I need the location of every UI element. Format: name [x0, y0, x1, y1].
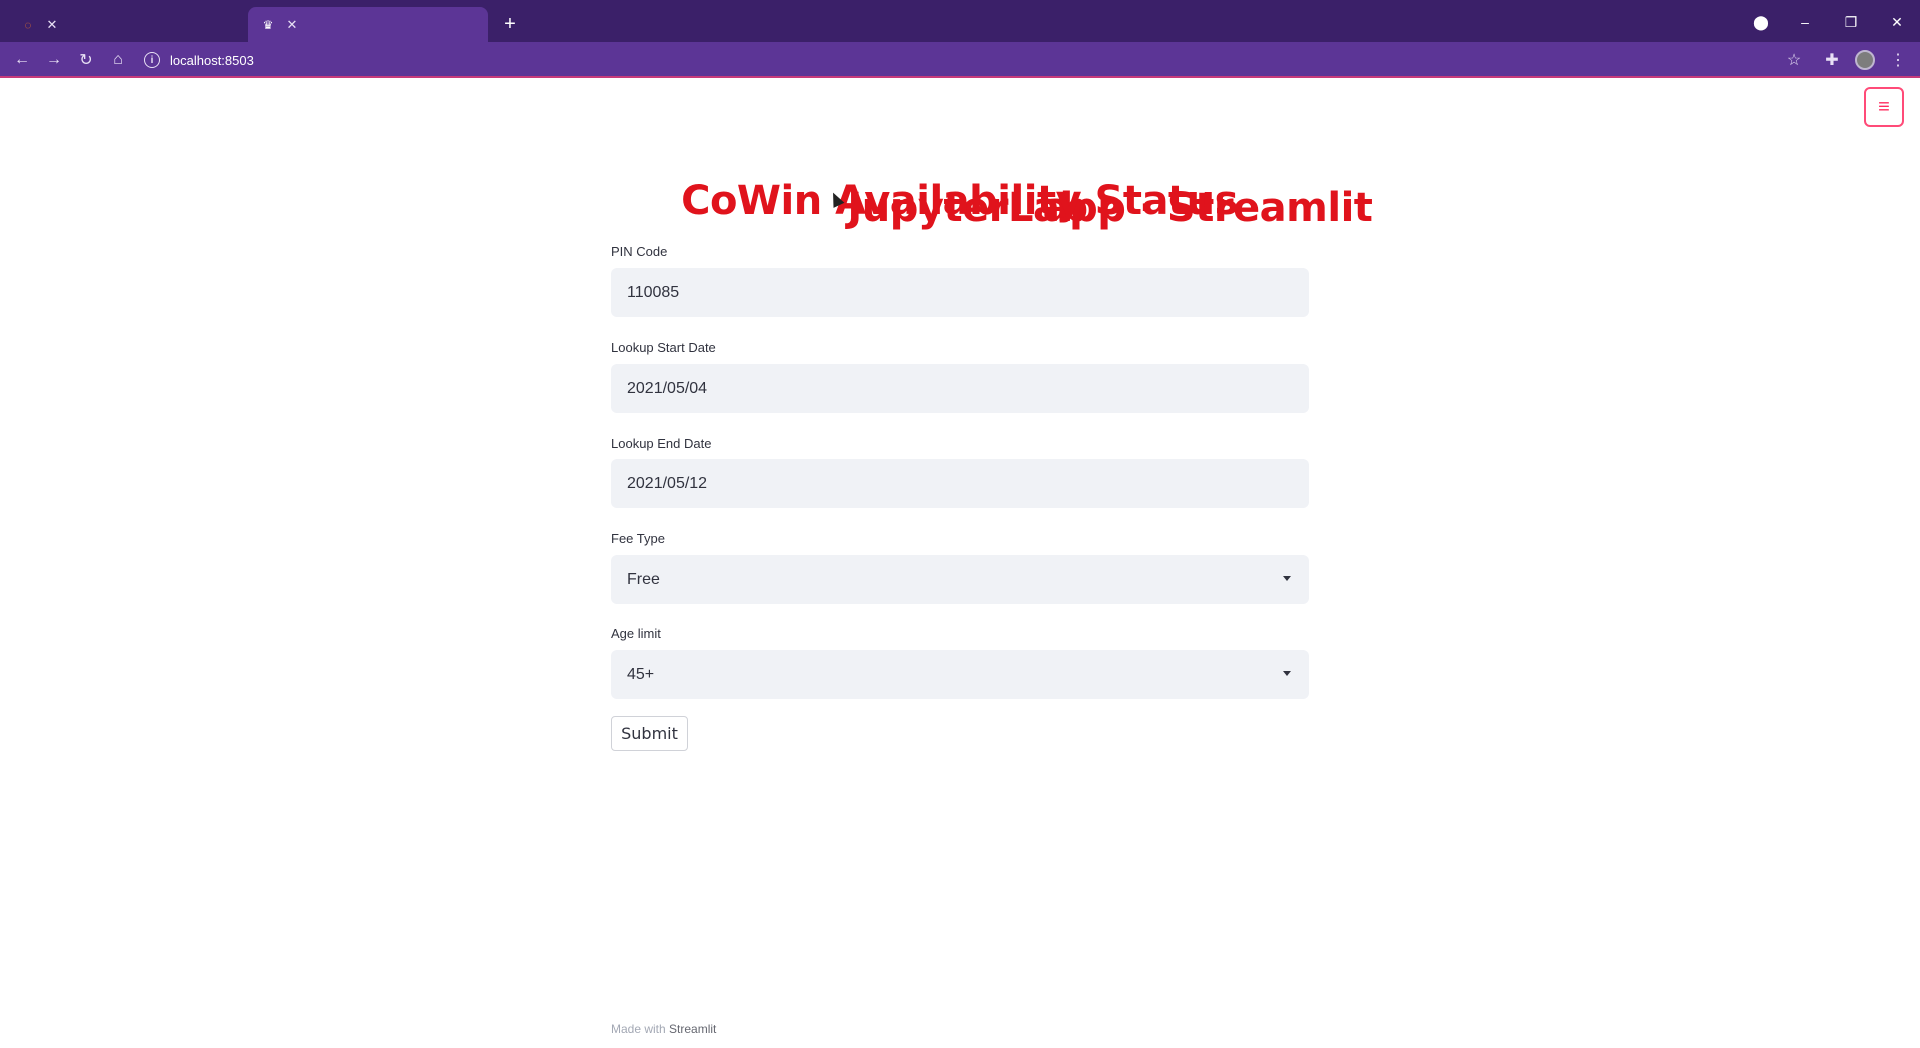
extensions-icon[interactable]: ✚ [1820, 48, 1844, 72]
tab-search-icon[interactable]: ⬤ [1746, 10, 1776, 34]
chevron-down-icon [1283, 576, 1291, 581]
pin-code-label: PIN Code [611, 244, 668, 259]
start-date-value: 2021/05/04 [627, 379, 708, 397]
profile-avatar[interactable] [1855, 50, 1875, 70]
minimize-button[interactable]: – [1790, 10, 1820, 34]
page-title: CoWin Availability Status [681, 178, 1238, 224]
url-text: localhost:8503 [170, 52, 254, 68]
close-icon[interactable]: ✕ [284, 17, 300, 33]
streamlit-icon: ♛ [262, 17, 274, 32]
end-date-value: 2021/05/12 [627, 474, 708, 492]
browser-toolbar: ← → ↻ ⌂ i localhost:8503 ☆ ✚ ⋮ [0, 42, 1920, 78]
fee-type-label: Fee Type [611, 531, 665, 546]
menu-icon: ≡ [1878, 95, 1890, 118]
start-date-label: Lookup Start Date [611, 340, 716, 355]
new-tab-button[interactable]: + [498, 12, 522, 36]
end-date-label: Lookup End Date [611, 436, 712, 451]
close-window-button[interactable]: ✕ [1882, 10, 1912, 34]
address-bar[interactable]: i localhost:8503 [144, 46, 1790, 74]
start-date-input[interactable]: 2021/05/04 [611, 364, 1309, 413]
tab-jupyterlab[interactable]: ◌ JupyterLab ✕ [8, 7, 1088, 232]
submit-button[interactable]: Submit [611, 716, 688, 751]
jupyter-icon: ◌ [24, 17, 32, 32]
site-info-icon[interactable]: i [144, 52, 160, 68]
footer: Made with Streamlit [611, 1022, 716, 1036]
reload-icon[interactable]: ↻ [74, 48, 98, 72]
tab-streamlit-app[interactable]: ♛ app · Streamlit ✕ [248, 7, 1373, 231]
age-limit-value: 45+ [627, 665, 655, 683]
fee-type-select[interactable]: Free [611, 555, 1309, 604]
pin-code-value: 110085 [627, 283, 680, 301]
bookmark-star-icon[interactable]: ☆ [1782, 48, 1806, 72]
maximize-button[interactable]: ❐ [1836, 10, 1866, 34]
age-limit-select[interactable]: 45+ [611, 650, 1309, 699]
close-icon[interactable]: ✕ [44, 17, 60, 33]
back-icon[interactable]: ← [10, 48, 34, 72]
end-date-input[interactable]: 2021/05/12 [611, 459, 1309, 508]
chevron-down-icon [1283, 671, 1291, 676]
browser-tab-bar: ◌ JupyterLab ✕ ♛ app · Streamlit ✕ + ⬤ –… [0, 0, 1920, 232]
more-menu-icon[interactable]: ⋮ [1886, 48, 1910, 72]
home-icon[interactable]: ⌂ [106, 48, 130, 72]
footer-streamlit-link[interactable]: Streamlit [669, 1022, 716, 1036]
app-menu-button[interactable]: ≡ [1864, 87, 1904, 127]
age-limit-label: Age limit [611, 626, 661, 641]
pin-code-input[interactable]: 110085 [611, 268, 1309, 317]
footer-prefix: Made with [611, 1022, 666, 1036]
fee-type-value: Free [627, 570, 660, 588]
forward-icon[interactable]: → [42, 48, 66, 72]
